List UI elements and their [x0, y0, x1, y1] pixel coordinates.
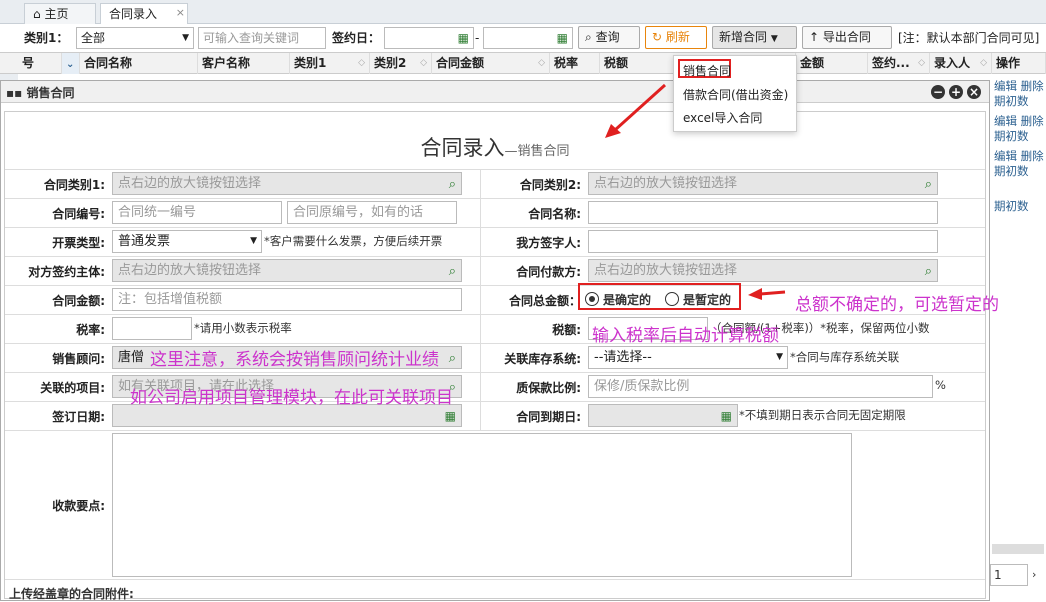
arrow-to-dropdown — [613, 83, 667, 132]
menu-item-loan-contract[interactable]: 借款合同(借出资金) — [683, 86, 788, 103]
arrow-to-total — [759, 290, 786, 296]
arrowhead — [748, 288, 762, 300]
new-contract-dropdown: 销售合同 借款合同(借出资金) excel导入合同 — [673, 55, 797, 132]
annotation-arrows — [605, 83, 786, 300]
menu-item-excel-import[interactable]: excel导入合同 — [683, 109, 762, 126]
menu-item-sales-contract[interactable]: 销售合同 — [683, 62, 731, 79]
